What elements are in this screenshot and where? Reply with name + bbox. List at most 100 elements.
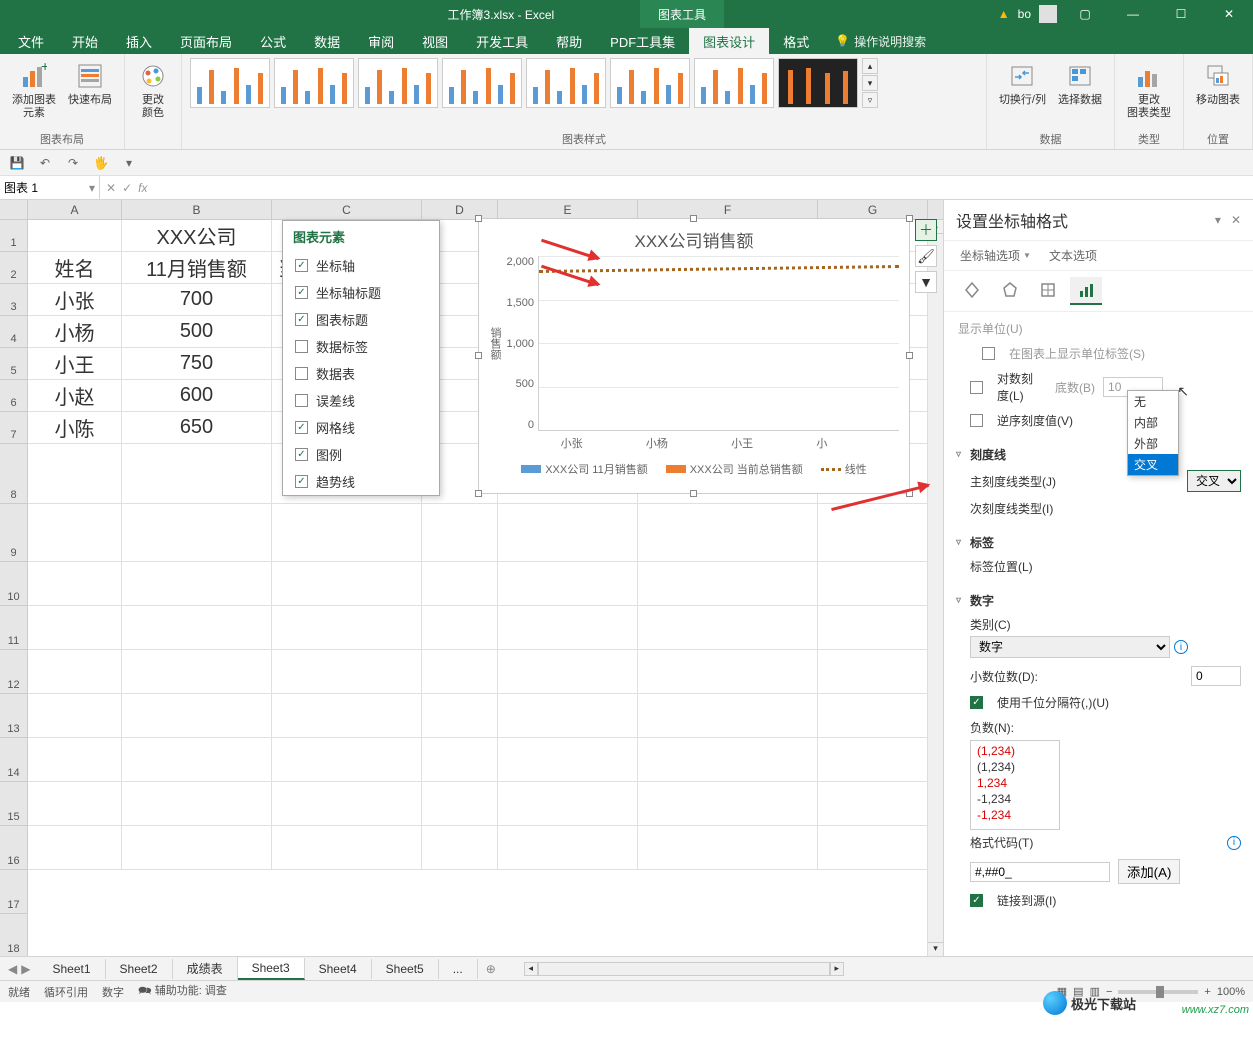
axis-options-tab[interactable]: 坐标轴选项▼ (960, 247, 1031, 264)
chart-element-item[interactable]: ✓坐标轴 (283, 252, 439, 279)
row-header[interactable]: 9 (0, 504, 28, 562)
col-header-a[interactable]: A (28, 200, 122, 219)
chart-elements-button[interactable]: ＋ (915, 219, 937, 241)
cell[interactable]: 11月销售额 (122, 252, 272, 284)
labels-section-header[interactable]: ▿标签 (956, 531, 1241, 554)
select-data-button[interactable]: 选择数据 (1054, 58, 1106, 109)
cell[interactable]: 600 (122, 380, 272, 412)
sheet-tab[interactable]: Sheet1 (38, 959, 105, 979)
tab-format[interactable]: 格式 (769, 28, 823, 54)
chart-style-thumb[interactable] (190, 58, 270, 108)
row-header[interactable]: 13 (0, 694, 28, 738)
info-icon[interactable]: i (1174, 640, 1188, 654)
sheet-tab-overflow[interactable]: ... (439, 959, 478, 979)
format-code-input[interactable] (970, 862, 1110, 882)
add-chart-element-button[interactable]: + 添加图表 元素 (8, 58, 60, 122)
row-header[interactable]: 1 (0, 220, 28, 252)
link-to-source-checkbox[interactable]: ✓ (970, 894, 983, 907)
number-category-select[interactable]: 数字 (970, 636, 1170, 658)
gallery-more[interactable]: ▿ (862, 92, 878, 108)
checkbox-icon[interactable]: ✓ (295, 448, 308, 461)
sheet-tab[interactable]: 成绩表 (173, 957, 238, 980)
checkbox-icon[interactable]: ✓ (295, 421, 308, 434)
row-header[interactable]: 5 (0, 348, 28, 380)
cancel-formula-icon[interactable]: ✕ (106, 181, 116, 195)
vertical-scrollbar[interactable]: ▴ ▾ (927, 220, 943, 956)
touch-mode-icon[interactable]: 🖐 (90, 152, 112, 174)
negative-format-option[interactable]: -1,234 (973, 807, 1057, 823)
chart-y-axis-title[interactable]: 销售额 (489, 256, 503, 431)
tell-me-search[interactable]: 💡 操作说明搜索 (823, 28, 938, 54)
cell[interactable]: 小陈 (28, 412, 122, 444)
chart-style-thumb[interactable] (526, 58, 606, 108)
checkbox-icon[interactable]: ✓ (295, 259, 308, 272)
checkbox-icon[interactable] (295, 340, 308, 353)
cell[interactable]: 750 (122, 348, 272, 380)
chart-style-thumb[interactable] (610, 58, 690, 108)
cell[interactable]: 500 (122, 316, 272, 348)
view-page-break-icon[interactable]: ▥ (1090, 985, 1100, 998)
chart-x-axis[interactable]: 小张 小杨 小王 小 (479, 431, 909, 451)
tab-review[interactable]: 审阅 (354, 28, 408, 54)
chart-element-item[interactable]: ✓趋势线 (283, 468, 439, 495)
thousands-separator-checkbox[interactable]: ✓ (970, 696, 983, 709)
info-icon[interactable]: i (1227, 836, 1241, 850)
name-box[interactable]: ▾ (0, 176, 100, 199)
chart-style-thumb[interactable] (358, 58, 438, 108)
zoom-out-icon[interactable]: − (1106, 986, 1112, 998)
negative-format-option[interactable]: (1,234) (973, 743, 1057, 759)
col-header-d[interactable]: D (422, 200, 498, 219)
checkbox-icon[interactable] (295, 394, 308, 407)
chart-styles-button[interactable]: 🖌 (915, 245, 937, 267)
row-header[interactable]: 16 (0, 826, 28, 870)
reverse-values-checkbox[interactable] (970, 414, 983, 427)
negative-format-option[interactable]: 1,234 (973, 775, 1057, 791)
view-page-layout-icon[interactable]: ▤ (1073, 985, 1083, 998)
tab-home[interactable]: 开始 (58, 28, 112, 54)
switch-row-col-button[interactable]: 切换行/列 (995, 58, 1050, 109)
save-icon[interactable]: 💾 (6, 152, 28, 174)
cell[interactable]: 650 (122, 412, 272, 444)
tab-developer[interactable]: 开发工具 (462, 28, 542, 54)
chart-element-item[interactable]: 数据标签 (283, 333, 439, 360)
name-box-input[interactable] (4, 181, 89, 195)
move-chart-button[interactable]: 移动图表 (1192, 58, 1244, 109)
cell[interactable]: 700 (122, 284, 272, 316)
row-header[interactable]: 17 (0, 870, 28, 914)
chart-style-thumb[interactable] (778, 58, 858, 108)
checkbox-icon[interactable]: ✓ (295, 475, 308, 488)
cell[interactable]: 小张 (28, 284, 122, 316)
zoom-level[interactable]: 100% (1217, 986, 1245, 998)
row-header[interactable]: 10 (0, 562, 28, 606)
tab-insert[interactable]: 插入 (112, 28, 166, 54)
row-header[interactable]: 15 (0, 782, 28, 826)
tab-data[interactable]: 数据 (300, 28, 354, 54)
chart-style-thumb[interactable] (274, 58, 354, 108)
chart-element-item[interactable]: 数据表 (283, 360, 439, 387)
close-button[interactable]: ✕ (1209, 0, 1249, 28)
sheet-nav-next-icon[interactable]: ▶ (21, 962, 30, 976)
row-header[interactable]: 11 (0, 606, 28, 650)
dropdown-option[interactable]: 内部 (1128, 412, 1178, 433)
quick-layout-button[interactable]: 快速布局 (64, 58, 116, 109)
axis-options-icon[interactable] (1070, 277, 1102, 305)
cell[interactable]: 小王 (28, 348, 122, 380)
chart-object[interactable]: ＋ 🖌 ▼ XXX公司销售额 销售额 2,000 1,500 1,000 500… (478, 218, 910, 494)
tick-marks-section-header[interactable]: ▿刻度线 (956, 443, 1241, 466)
col-header-e[interactable]: E (498, 200, 638, 219)
chart-element-item[interactable]: 误差线 (283, 387, 439, 414)
redo-icon[interactable]: ↷ (62, 152, 84, 174)
decimal-places-input[interactable] (1191, 666, 1241, 686)
dropdown-option[interactable]: 交叉 (1128, 454, 1178, 475)
horizontal-scrollbar[interactable]: ◂▸ (524, 962, 844, 976)
sheet-tab[interactable]: Sheet2 (106, 959, 173, 979)
row-header[interactable]: 7 (0, 412, 28, 444)
dropdown-option[interactable]: 无 (1128, 391, 1178, 412)
chart-legend[interactable]: XXX公司 11月销售额 XXX公司 当前总销售额 线性 (479, 451, 909, 483)
chart-filters-button[interactable]: ▼ (915, 271, 937, 293)
chart-element-item[interactable]: ✓网格线 (283, 414, 439, 441)
ribbon-display-options[interactable]: ▢ (1065, 0, 1105, 28)
user-avatar[interactable] (1039, 5, 1057, 23)
row-header[interactable]: 14 (0, 738, 28, 782)
number-section-header[interactable]: ▿数字 (956, 589, 1241, 612)
